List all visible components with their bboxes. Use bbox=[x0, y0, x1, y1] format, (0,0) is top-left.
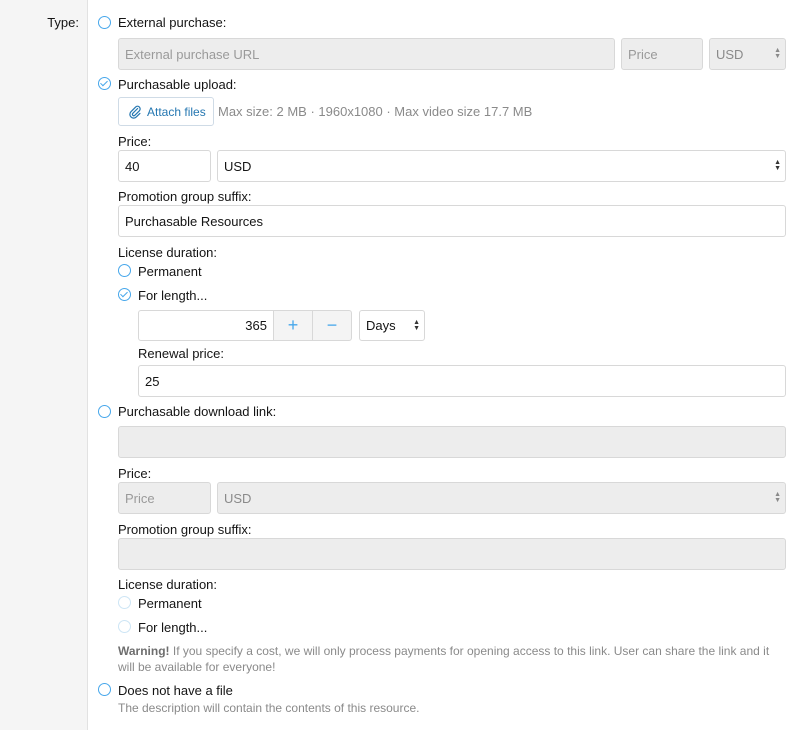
decrement-button[interactable]: − bbox=[312, 310, 352, 341]
download-permanent-radio[interactable] bbox=[118, 596, 131, 609]
label-column: Type: bbox=[0, 0, 88, 730]
upload-price-label: Price: bbox=[118, 134, 152, 149]
increment-button[interactable]: + bbox=[273, 310, 313, 341]
external-currency-select[interactable]: USD ▲ ▼ bbox=[709, 38, 786, 70]
upload-license-label: License duration: bbox=[118, 245, 218, 260]
length-unit-select[interactable]: Days ▲ ▼ bbox=[359, 310, 425, 341]
download-permanent-label: Permanent bbox=[138, 596, 202, 611]
select-arrows-icon: ▲ ▼ bbox=[774, 159, 781, 172]
no-file-radio[interactable] bbox=[98, 683, 111, 696]
upload-for-length-label: For length... bbox=[138, 288, 208, 303]
renewal-price-label: Renewal price: bbox=[138, 346, 224, 361]
upload-price-input[interactable] bbox=[118, 150, 211, 182]
minus-icon: − bbox=[326, 315, 338, 335]
no-file-label: Does not have a file bbox=[118, 683, 233, 698]
download-link-input[interactable] bbox=[118, 426, 786, 458]
download-currency-value: USD bbox=[224, 490, 252, 506]
select-arrows-icon: ▲ ▼ bbox=[774, 491, 781, 504]
external-price-input[interactable] bbox=[621, 38, 703, 70]
external-purchase-radio[interactable] bbox=[98, 16, 111, 29]
download-license-label: License duration: bbox=[118, 577, 218, 592]
download-promo-label: Promotion group suffix: bbox=[118, 522, 252, 537]
plus-icon: + bbox=[287, 315, 299, 335]
download-warning: Warning! If you specify a cost, we will … bbox=[118, 643, 786, 675]
download-for-length-radio[interactable] bbox=[118, 620, 131, 633]
attach-files-button[interactable]: Attach files bbox=[118, 97, 214, 126]
external-url-input[interactable] bbox=[118, 38, 615, 70]
upload-promo-label: Promotion group suffix: bbox=[118, 189, 252, 204]
type-label: Type: bbox=[47, 15, 79, 30]
download-link-radio[interactable] bbox=[98, 405, 111, 418]
length-input[interactable] bbox=[138, 310, 274, 341]
select-arrows-icon: ▲ ▼ bbox=[774, 47, 781, 60]
warning-text: If you specify a cost, we will only proc… bbox=[118, 644, 770, 674]
download-promo-input[interactable] bbox=[118, 538, 786, 570]
upload-currency-value: USD bbox=[224, 158, 252, 174]
attach-files-label: Attach files bbox=[147, 104, 206, 119]
paperclip-icon bbox=[129, 105, 141, 119]
renewal-price-input[interactable] bbox=[138, 365, 786, 397]
purchasable-upload-label: Purchasable upload: bbox=[118, 77, 237, 92]
external-currency-value: USD bbox=[716, 46, 744, 62]
no-file-explain: The description will contain the content… bbox=[118, 701, 420, 715]
download-price-label: Price: bbox=[118, 466, 152, 481]
upload-for-length-radio[interactable] bbox=[118, 288, 131, 301]
upload-permanent-label: Permanent bbox=[138, 264, 202, 279]
purchasable-upload-radio[interactable] bbox=[98, 77, 111, 90]
download-currency-select[interactable]: USD ▲ ▼ bbox=[217, 482, 786, 514]
attach-hint: Max size: 2 MB · 1960x1080 · Max video s… bbox=[218, 104, 533, 119]
upload-currency-select[interactable]: USD ▲ ▼ bbox=[217, 150, 786, 182]
external-purchase-label: External purchase: bbox=[118, 15, 227, 30]
select-arrows-icon: ▲ ▼ bbox=[413, 318, 420, 332]
download-for-length-label: For length... bbox=[138, 620, 208, 635]
download-link-label: Purchasable download link: bbox=[118, 404, 277, 419]
warning-strong: Warning! bbox=[118, 644, 170, 658]
download-price-input[interactable] bbox=[118, 482, 211, 514]
upload-permanent-radio[interactable] bbox=[118, 264, 131, 277]
length-unit-value: Days bbox=[366, 318, 396, 333]
upload-promo-input[interactable] bbox=[118, 205, 786, 237]
